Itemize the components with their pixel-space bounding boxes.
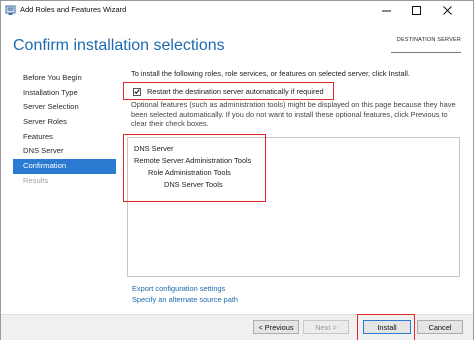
next-button[interactable]: Next > [303, 320, 349, 334]
close-icon [442, 6, 452, 15]
maximize-icon [411, 6, 421, 15]
page-title: Confirm installation selections [13, 37, 225, 54]
links-area: Export configuration settings Specify an… [132, 284, 238, 305]
optional-features-note: Optional features (such as administratio… [131, 100, 456, 129]
minimize-button[interactable] [373, 1, 399, 20]
destination-server-label: DESTINATION SERVER [396, 37, 461, 43]
nav-item-confirmation[interactable]: Confirmation [13, 159, 116, 174]
window-title: Add Roles and Features Wizard [20, 5, 127, 14]
alternate-source-link[interactable]: Specify an alternate source path [132, 295, 238, 306]
export-configuration-link[interactable]: Export configuration settings [132, 284, 238, 295]
nav-item-features[interactable]: Features [13, 130, 116, 145]
highlight-box-install [357, 314, 415, 340]
close-button[interactable] [434, 1, 460, 20]
nav-item-dns-server[interactable]: DNS Server [13, 144, 116, 159]
wizard-nav: Before You Begin Installation Type Serve… [13, 71, 116, 189]
nav-item-before-you-begin[interactable]: Before You Begin [13, 71, 116, 86]
wizard-window: Add Roles and Features Wizard Confirm in… [0, 0, 474, 340]
highlight-box-selections [123, 134, 266, 202]
destination-server-divider [391, 52, 461, 53]
nav-item-server-selection[interactable]: Server Selection [13, 100, 116, 115]
nav-item-installation-type[interactable]: Installation Type [13, 86, 116, 101]
content-area: To install the following roles, role ser… [131, 69, 461, 128]
intro-text: To install the following roles, role ser… [131, 69, 410, 78]
cancel-button[interactable]: Cancel [417, 320, 463, 334]
previous-button[interactable]: < Previous [253, 320, 299, 334]
title-bar[interactable]: Add Roles and Features Wizard [1, 1, 473, 20]
nav-item-results: Results [23, 175, 49, 185]
server-manager-icon [5, 5, 16, 16]
minimize-icon [381, 10, 391, 12]
destination-server: DESTINATION SERVER [391, 37, 461, 53]
nav-item-server-roles[interactable]: Server Roles [13, 115, 116, 130]
highlight-box-restart [123, 82, 334, 100]
maximize-button[interactable] [403, 1, 429, 20]
